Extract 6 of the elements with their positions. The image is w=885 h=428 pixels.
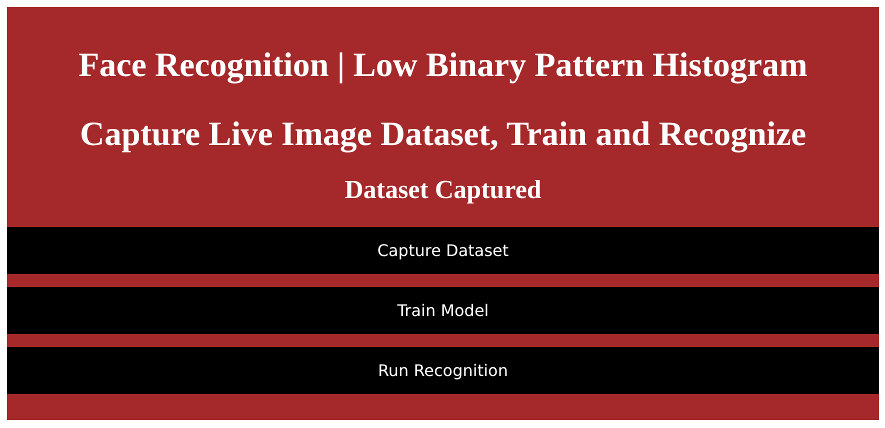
action-button[interactable]: Run Recognition <box>7 347 879 394</box>
action-button[interactable]: Train Model <box>7 287 879 334</box>
status-message: Dataset Captured <box>344 174 542 206</box>
page-title: Face Recognition | Low Binary Pattern Histogram <box>78 46 808 86</box>
action-button[interactable]: Capture Dataset <box>7 227 879 274</box>
page-title: Capture Live Image Dataset, Train and Recognize <box>80 115 806 155</box>
